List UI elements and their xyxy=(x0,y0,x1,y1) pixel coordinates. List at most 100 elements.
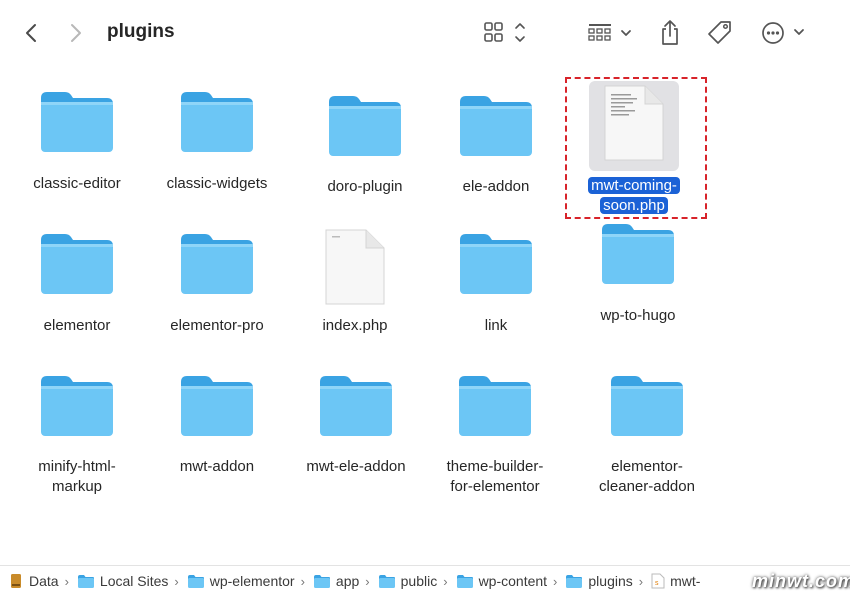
folder-icon-wrap xyxy=(600,220,676,291)
folder-icon-wrap xyxy=(458,92,534,163)
path-crumb-label: public xyxy=(400,573,438,589)
back-button[interactable] xyxy=(18,20,44,46)
group-button[interactable] xyxy=(584,18,636,48)
share-button[interactable] xyxy=(655,17,685,49)
folder-icon xyxy=(378,574,396,589)
item-label-text: ele-addon xyxy=(462,178,530,195)
more-icon xyxy=(762,22,804,44)
chevron-right-icon: › xyxy=(365,573,370,589)
folder-item[interactable]: minify-html- markup xyxy=(7,0,147,495)
folder-icon xyxy=(459,376,531,436)
item-label: wp-to-hugo xyxy=(568,306,708,326)
item-label-text: classic-editor xyxy=(33,175,121,192)
chevron-right-icon: › xyxy=(638,573,644,589)
path-crumb[interactable]: wp-elementor › xyxy=(187,573,305,589)
forward-button[interactable] xyxy=(63,20,89,46)
item-label-text: doro-plugin xyxy=(327,178,403,195)
folder-icon-wrap xyxy=(179,88,255,159)
folder-icon xyxy=(602,224,674,284)
item-label: mwt-addon xyxy=(147,457,287,477)
folder-icon-wrap xyxy=(39,230,115,301)
folder-icon xyxy=(41,92,113,152)
folder-icon xyxy=(611,376,683,436)
folder-icon xyxy=(77,574,95,589)
item-label-text: mwt-ele-addon xyxy=(306,458,406,475)
item-label-text: wp-to-hugo xyxy=(600,307,676,324)
item-label: elementor xyxy=(7,316,147,336)
item-label: theme-builder- for-elementor xyxy=(425,457,565,497)
php-file-icon xyxy=(604,85,664,161)
more-button[interactable] xyxy=(758,17,808,49)
svg-text:s: s xyxy=(655,580,659,587)
folder-item[interactable]: mwt-addon xyxy=(147,0,287,475)
path-crumb-label: wp-elementor xyxy=(209,573,295,589)
file-icon-wrap xyxy=(603,84,665,167)
item-label: link xyxy=(426,316,566,336)
back-icon xyxy=(26,24,36,42)
item-label-text: mwt-coming- soon.php xyxy=(588,177,680,214)
item-label-text: mwt-addon xyxy=(179,458,255,475)
window-title: plugins xyxy=(107,21,175,42)
folder-icon xyxy=(329,96,401,156)
path-crumb[interactable]: s mwt- xyxy=(651,573,700,589)
folder-icon xyxy=(41,376,113,436)
folder-icon-wrap xyxy=(179,230,255,301)
item-label: index.php xyxy=(285,316,425,336)
item-label: minify-html- markup xyxy=(7,457,147,497)
path-crumb-label: plugins xyxy=(588,573,633,589)
chevron-right-icon: › xyxy=(300,573,305,589)
item-label-text: elementor- cleaner-addon xyxy=(599,458,695,495)
folder-icon xyxy=(181,234,253,294)
item-label-text: theme-builder- for-elementor xyxy=(446,458,544,495)
tag-icon xyxy=(708,21,731,44)
folder-icon xyxy=(565,574,583,589)
path-crumb[interactable]: Local Sites › xyxy=(77,573,179,589)
item-label-text: minify-html- markup xyxy=(38,458,116,495)
item-label-text: elementor-pro xyxy=(170,317,264,334)
item-label: ele-addon xyxy=(426,177,566,197)
folder-icon xyxy=(313,574,331,589)
item-label: classic-widgets xyxy=(147,174,287,194)
folder-item[interactable]: elementor- cleaner-addon xyxy=(577,0,717,495)
php-file-icon xyxy=(325,229,385,305)
view-mode-button[interactable] xyxy=(480,18,530,48)
chevron-right-icon: › xyxy=(443,573,448,589)
folder-icon xyxy=(187,574,205,589)
folder-icon xyxy=(320,376,392,436)
item-label: elementor-pro xyxy=(147,316,287,336)
folder-icon xyxy=(460,96,532,156)
path-crumb[interactable]: app › xyxy=(313,573,370,589)
folder-item[interactable]: theme-builder- for-elementor xyxy=(425,0,565,495)
tags-button[interactable] xyxy=(704,17,736,49)
chevron-right-icon: › xyxy=(553,573,558,589)
group-grid-icon xyxy=(588,24,631,41)
path-crumb-label: wp-content xyxy=(478,573,548,589)
drive-icon xyxy=(8,573,24,589)
php-file-icon: s xyxy=(651,573,665,589)
item-label: mwt-coming- soon.php xyxy=(564,176,704,216)
path-crumb-label: app xyxy=(335,573,360,589)
path-crumb[interactable]: Data › xyxy=(8,573,69,589)
folder-icon-wrap xyxy=(458,230,534,301)
path-crumb-label: Local Sites xyxy=(99,573,169,589)
forward-icon xyxy=(71,24,81,42)
chevron-right-icon: › xyxy=(64,573,69,589)
share-icon xyxy=(662,20,678,45)
folder-icon-wrap xyxy=(457,372,533,443)
path-bar: Data › Local Sites › wp-elementor › app › public… xyxy=(0,565,850,595)
item-label: elementor- cleaner-addon xyxy=(577,457,717,497)
icon-grid-icon xyxy=(484,22,525,42)
folder-icon xyxy=(181,376,253,436)
folder-icon xyxy=(460,234,532,294)
path-crumb[interactable]: wp-content › xyxy=(456,573,558,589)
path-crumb[interactable]: plugins › xyxy=(565,573,643,589)
item-label-text: classic-widgets xyxy=(166,175,268,192)
path-crumb[interactable]: public › xyxy=(378,573,448,589)
folder-icon-wrap xyxy=(39,372,115,443)
path-crumb-label: mwt- xyxy=(670,573,701,589)
folder-item[interactable]: mwt-ele-addon xyxy=(286,0,426,475)
item-label-text: elementor xyxy=(43,317,111,334)
item-label-text: link xyxy=(484,317,508,334)
file-icon-wrap xyxy=(324,228,386,311)
item-label: mwt-ele-addon xyxy=(286,457,426,477)
